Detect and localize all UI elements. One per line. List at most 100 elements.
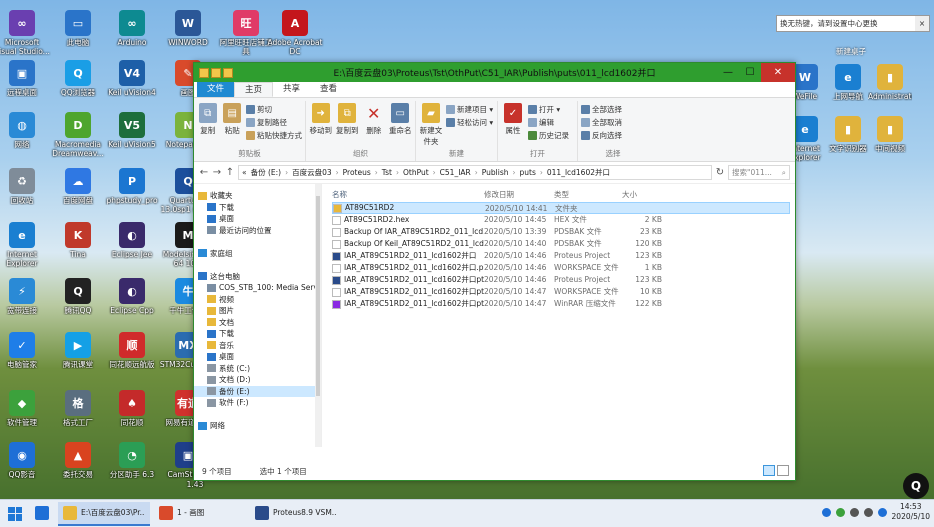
desktop-icon[interactable]: A Adobe Acrobat DC	[266, 10, 324, 56]
breadcrumb-segment[interactable]: 011_lcd1602并口	[547, 167, 610, 178]
nav-item[interactable]: 网络	[194, 420, 321, 432]
start-button[interactable]	[0, 500, 30, 527]
desktop-icon[interactable]: ☁ 百度网盘	[49, 168, 107, 205]
new-folder-quick-icon[interactable]	[223, 67, 233, 78]
nav-item[interactable]: 下载	[194, 202, 321, 214]
bluetooth-icon[interactable]	[821, 507, 831, 517]
desktop-icon[interactable]: ◐ Eclipse Cpp	[103, 278, 161, 315]
desktop-icon[interactable]: Q QQ浏览器	[49, 60, 107, 97]
desktop-icon[interactable]: ▮ 文字识别器	[826, 116, 870, 153]
nav-item[interactable]: 软件 (F:)	[194, 397, 321, 409]
desktop-icon[interactable]: ▣ 远程桌面	[0, 60, 51, 97]
paste-shortcut-button[interactable]: 粘贴快捷方式	[246, 129, 302, 141]
breadcrumb-segment[interactable]: Proteus	[343, 168, 371, 177]
nav-item[interactable]: 图片	[194, 305, 321, 317]
nav-item[interactable]: 桌面	[194, 351, 321, 363]
up-arrow-icon[interactable]: ↑	[225, 167, 235, 178]
nav-item[interactable]: 桌面	[194, 213, 321, 225]
nav-item[interactable]: 文档	[194, 317, 321, 329]
desktop-icon[interactable]: ▶ 腾讯课堂	[49, 332, 107, 369]
file-row[interactable]: IAR_AT89C51RD2_011_lcd1602并口pt... 2020/5/…	[332, 274, 790, 286]
open-button[interactable]: 打开 ▾	[528, 103, 569, 115]
navigation-pane[interactable]: 收藏夹 下载 桌面 最近访问的位置 家庭组 这台电脑 COS_STB_100: Media …	[194, 184, 322, 447]
file-row[interactable]: IAR_AT89C51RD2_011_lcd1602并口pt... 2020/5/…	[332, 286, 790, 298]
breadcrumb-segment[interactable]: Publish	[482, 168, 509, 177]
desktop-icon[interactable]: ▮ Administrator	[868, 64, 912, 101]
file-row[interactable]: AT89C51RD2.hex 2020/5/10 14:45 HEX 文件 2 KB	[332, 214, 790, 226]
large-icons-view-icon[interactable]	[777, 465, 789, 476]
nav-scrollbar[interactable]	[315, 184, 321, 447]
invert-selection-button[interactable]: 反向选择	[581, 129, 622, 141]
edit-button[interactable]: 编辑	[528, 116, 569, 128]
nav-item[interactable]: COS_STB_100: Media Serv	[194, 282, 321, 294]
desktop-icon[interactable]: ✓ 电脑管家	[0, 332, 51, 369]
desktop-icon[interactable]: 顺同花顺远航版	[103, 332, 161, 369]
desktop-icon[interactable]: ◐ Eclipse Jee	[103, 222, 161, 259]
column-name[interactable]: 名称	[332, 188, 484, 202]
title-bar[interactable]: E:\百度云盘03\Proteus\Tst\OthPut\C51_IAR\Pub…	[194, 63, 795, 82]
taskbar-button[interactable]: E:\百度云盘03\Pr...	[58, 501, 150, 526]
breadcrumb-segment[interactable]: OthPut	[403, 168, 429, 177]
maximize-button[interactable]: ☐	[739, 63, 761, 82]
desktop-icon[interactable]: Q 腾讯QQ	[49, 278, 107, 315]
security-icon[interactable]	[835, 507, 845, 517]
file-row[interactable]: AT89C51RD2 2020/5/10 14:41 文件夹	[332, 202, 790, 214]
desktop-icon[interactable]: K Tina	[49, 222, 107, 259]
nav-item[interactable]: 下载	[194, 328, 321, 340]
file-row[interactable]: IAR_AT89C51RD2_011_lcd1602并口.p... 2020/5/…	[332, 262, 790, 274]
refresh-icon[interactable]: ↻	[715, 167, 725, 178]
nav-item[interactable]: 文档 (D:)	[194, 374, 321, 386]
breadcrumb-segment[interactable]: Tst	[382, 168, 392, 177]
desktop-icon[interactable]: ▮ 中间视频	[868, 116, 912, 153]
desktop-icon[interactable]: e Internet Explorer	[0, 222, 51, 268]
cut-button[interactable]: 剪切	[246, 103, 302, 115]
forward-arrow-icon[interactable]: →	[212, 167, 222, 178]
tab-file[interactable]: 文件	[197, 82, 235, 97]
network-icon[interactable]	[849, 507, 859, 517]
taskbar-button[interactable]	[30, 502, 54, 526]
nav-item[interactable]: 这台电脑	[194, 271, 321, 283]
desktop-icon[interactable]: e 上网导航	[826, 64, 870, 101]
desktop-icon[interactable]: W WINWORD	[159, 10, 217, 47]
desktop-icon[interactable]: ♻ 回收站	[0, 168, 51, 205]
back-arrow-icon[interactable]: ←	[199, 167, 209, 178]
history-button[interactable]: 历史记录	[528, 129, 569, 141]
details-view-icon[interactable]	[763, 465, 775, 476]
nav-item[interactable]: 收藏夹	[194, 190, 321, 202]
desktop-icon[interactable]: V5 Keil uVision5	[103, 112, 161, 149]
desktop-icon[interactable]: ⚡ 宽带连接	[0, 278, 51, 315]
tab-view[interactable]: 查看	[310, 82, 347, 97]
volume-icon[interactable]	[863, 507, 873, 517]
select-all-button[interactable]: 全部选择	[581, 103, 622, 115]
nav-item[interactable]: 备份 (E:)	[194, 385, 321, 397]
select-none-button[interactable]: 全部取消	[581, 116, 622, 128]
close-button[interactable]: ✕	[761, 63, 795, 82]
desktop-icon[interactable]: ∞ Microsoft Visual Studio...	[0, 10, 51, 56]
desktop-icon[interactable]: D Macromedia Dreamweav...	[49, 112, 107, 158]
nav-item[interactable]: 家庭组	[194, 248, 321, 260]
properties-quick-icon[interactable]	[211, 67, 221, 78]
notification-toast[interactable]: 换无热键，请到设置中心更换 ×	[776, 15, 930, 32]
desktop-icon[interactable]: ▭ 此电脑	[49, 10, 107, 47]
desktop-icon[interactable]: ∞ Arduino	[103, 10, 161, 47]
qq-penguin-icon[interactable]: Q	[903, 473, 929, 499]
copy-path-button[interactable]: 复制路径	[246, 116, 302, 128]
address-bar[interactable]: «备份 (E:) › 百度云盘03 › Proteus › Tst › OthPut › C51_I…	[238, 165, 712, 180]
column-size[interactable]: 大小	[622, 188, 662, 202]
new-item-button[interactable]: 新建项目 ▾	[446, 103, 493, 115]
desktop-icon[interactable]: ▲ 委托交易	[49, 442, 107, 479]
file-row[interactable]: Backup Of IAR_AT89C51RD2_011_lcd... 2020/…	[332, 226, 790, 238]
column-type[interactable]: 类型	[554, 188, 622, 202]
file-row[interactable]: IAR_AT89C51RD2_011_lcd1602并口 2020/5/10 14…	[332, 250, 790, 262]
tab-home[interactable]: 主页	[234, 82, 274, 97]
explorer-window[interactable]: E:\百度云盘03\Proteus\Tst\OthPut\C51_IAR\Pub…	[193, 62, 796, 481]
notification-close-icon[interactable]: ×	[915, 16, 929, 31]
desktop-icon[interactable]: ◉ QQ影音	[0, 442, 51, 479]
breadcrumb-segment[interactable]: 百度云盘03	[292, 167, 332, 178]
file-row[interactable]: Backup Of Keil_AT89C51RD2_011_lcd... 2020…	[332, 238, 790, 250]
desktop-icon[interactable]: Pphpstudy_pro	[103, 168, 161, 205]
tab-share[interactable]: 共享	[273, 82, 310, 97]
taskbar-button[interactable]: Proteus8.9 VSM...	[250, 502, 342, 526]
nav-item[interactable]: 视频	[194, 294, 321, 306]
nav-item[interactable]: 最近访问的位置	[194, 225, 321, 237]
